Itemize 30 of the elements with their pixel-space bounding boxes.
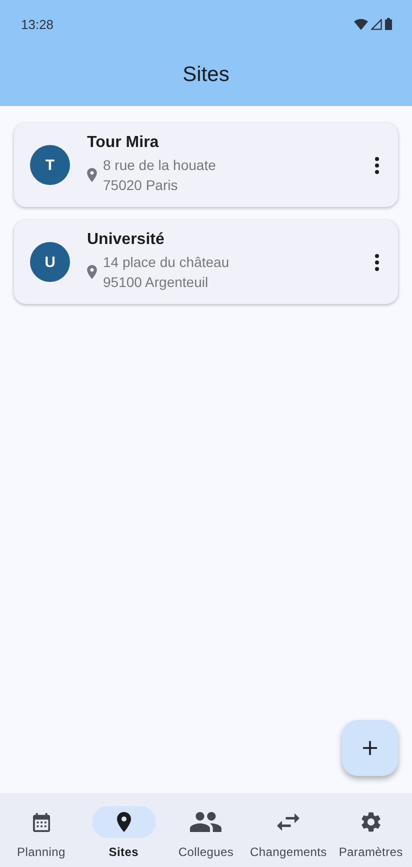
address-line: 95100 Argenteuil: [103, 272, 210, 292]
site-name: Université: [87, 230, 166, 248]
swap-arrows-icon: [277, 812, 300, 832]
calendar-icon: [32, 812, 50, 832]
nav-tab[interactable]: Paramètres: [330, 793, 412, 867]
address-line: 75020 Paris: [103, 176, 179, 194]
address-line: 8 rue de la houate: [103, 156, 216, 174]
location-pin-icon: [87, 168, 97, 182]
settings-icon: [360, 812, 381, 832]
avatar: T: [30, 145, 70, 185]
battery-icon: [385, 18, 392, 30]
nav-tab[interactable]: Sites: [82, 793, 165, 867]
nav-tab[interactable]: Changements: [247, 793, 330, 867]
app-bar-title: Sites: [182, 63, 230, 87]
wifi-icon: [354, 18, 368, 30]
location-pin-icon: [87, 264, 97, 278]
more-options-icon[interactable]: [375, 156, 379, 174]
status-time: 13:28: [21, 16, 54, 32]
avatar: U: [30, 242, 70, 282]
nav-tab[interactable]: Collegues: [164, 793, 248, 867]
site-card[interactable]: T Tour Mira 8 rue de la houate 75020 Paris: [14, 123, 398, 207]
cell-signal-icon: [371, 18, 382, 30]
plus-icon: [363, 741, 377, 755]
address-line: 14 place du château: [103, 252, 230, 272]
site-name: Tour Mira: [87, 134, 160, 152]
site-card[interactable]: U Université 14 place du château 95100 Argenteuil: [14, 220, 398, 304]
people-icon: [190, 812, 222, 832]
more-options-icon[interactable]: [375, 254, 379, 270]
location-pin-icon: [116, 812, 131, 832]
nav-tab[interactable]: Planning: [0, 793, 82, 867]
